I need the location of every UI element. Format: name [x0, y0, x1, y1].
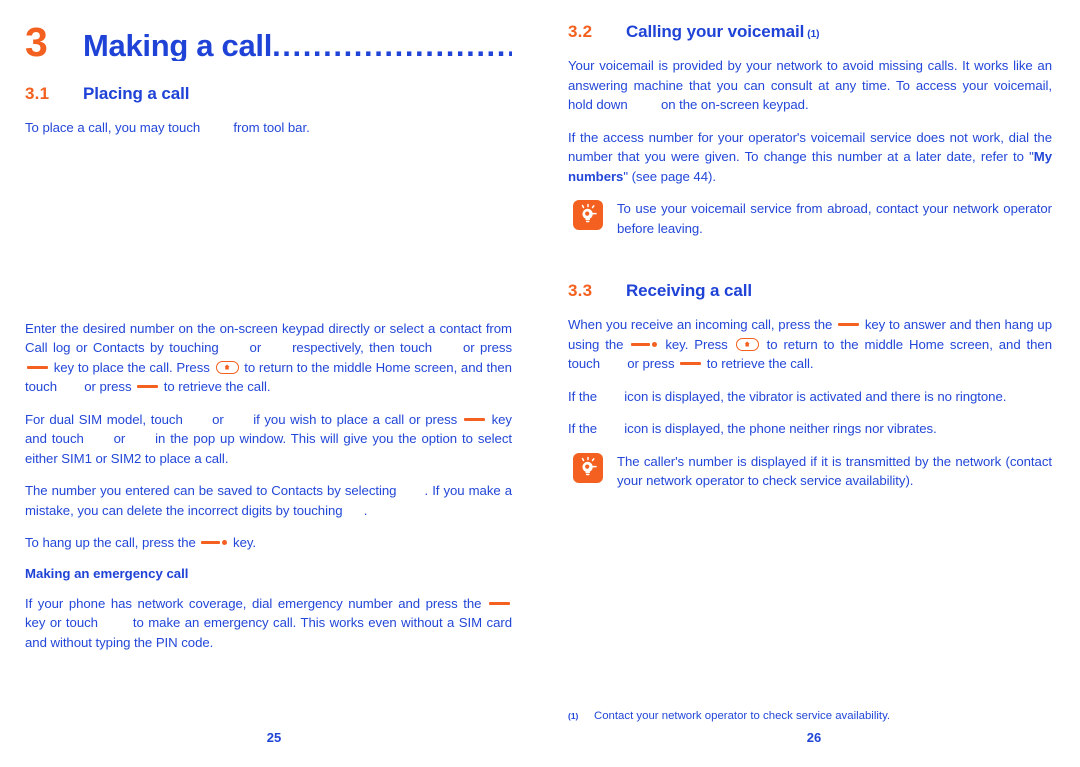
vibrate-icon-placeholder — [601, 392, 621, 403]
call-key-icon — [488, 601, 510, 605]
home-key-icon — [215, 360, 239, 374]
lightbulb-icon — [573, 452, 603, 483]
footnote-mark: (1) — [568, 711, 579, 721]
section-title-3-1: Placing a call — [83, 84, 190, 103]
page-number-left: 25 — [266, 730, 282, 745]
text-fragment: If the — [568, 421, 598, 436]
text-fragment: or press — [84, 379, 132, 394]
hangup-key-icon — [631, 341, 658, 348]
contacts-icon-placeholder — [267, 343, 287, 354]
text-fragment: key. — [233, 535, 257, 550]
text-fragment: . — [363, 502, 368, 518]
sim2-icon-placeholder — [228, 415, 248, 426]
text-fragment: icon is displayed, the phone neither rin… — [624, 421, 937, 436]
paragraph-enter-number: Enter the desired number on the on-scree… — [25, 319, 512, 397]
text-fragment: " (see page 44). — [623, 168, 716, 184]
footnote-text: Contact your network operator to check s… — [594, 710, 891, 722]
section-number-3-2: 3.2 — [568, 22, 593, 41]
paragraph-hang-up: To hang up the call, press the key. — [25, 533, 512, 553]
manual-page-spread: 3 Making a call ........................… — [0, 0, 1080, 767]
tip-text-voicemail-abroad: To use your voicemail service from abroa… — [617, 201, 1052, 236]
text-fragment: or — [212, 411, 224, 427]
text-fragment: or — [249, 340, 262, 355]
text-fragment: key to place the call. Press — [53, 359, 210, 375]
dial-icon-placeholder — [604, 359, 624, 370]
right-page: 3.2 Calling your voicemail (1) Your voic… — [540, 0, 1080, 767]
section-number-3-3: 3.3 — [568, 281, 593, 300]
text-fragment: If your phone has network coverage, dial… — [25, 595, 482, 611]
chapter-title: Making a call — [83, 30, 273, 61]
text-fragment: if you wish to place a call or press — [253, 411, 458, 427]
sim1-icon-placeholder — [89, 434, 109, 445]
silent-icon-placeholder — [601, 424, 621, 435]
chapter-title-block: 3 Making a call ........................ — [25, 22, 512, 84]
call-key-icon — [27, 365, 48, 369]
left-page: 3 Making a call ........................… — [0, 0, 540, 767]
home-key-icon — [735, 337, 759, 351]
emergency-dial-icon-placeholder — [102, 618, 128, 629]
page-number-right: 26 — [806, 730, 822, 745]
paragraph-voicemail-access-number: If the access number for your operator's… — [568, 128, 1052, 187]
text-fragment: The number you entered can be saved to C… — [25, 483, 397, 498]
call-key-icon — [680, 362, 702, 366]
illustration-placeholder — [25, 151, 512, 319]
text-fragment: to retrieve the call. — [163, 379, 271, 394]
section-number-3-1: 3.1 — [25, 84, 50, 103]
chapter-title-wrap: Making a call ........................ — [83, 30, 512, 61]
section-heading-3-2: 3.2 Calling your voicemail (1) — [568, 22, 1052, 42]
add-contact-icon-placeholder — [401, 486, 421, 497]
text-fragment: or — [113, 431, 126, 446]
text-fragment: key. Press — [665, 336, 728, 352]
tip-text-caller-id: The caller's number is displayed if it i… — [617, 453, 1052, 489]
call-key-icon — [838, 323, 860, 327]
text-fragment: To place a call, you may touch — [25, 120, 201, 135]
text-fragment: When you receive an incoming call, press… — [568, 317, 833, 332]
chapter-leader-dots: ........................ — [272, 30, 512, 61]
call-key-icon — [463, 417, 485, 421]
text-fragment: or press — [462, 340, 512, 355]
text-fragment: icon is displayed, the vibrator is activ… — [624, 388, 1007, 404]
dial-icon-placeholder — [61, 382, 81, 393]
text-fragment: key or touch — [25, 615, 98, 630]
text-fragment: to make an emergency call. This works ev… — [25, 615, 512, 650]
chapter-number: 3 — [25, 19, 48, 65]
section-heading-3-1: 3.1 Placing a call — [25, 84, 512, 104]
paragraph-voicemail-intro: Your voicemail is provided by your netwo… — [568, 56, 1052, 115]
paragraph-placing-intro: To place a call, you may touch from tool… — [25, 118, 512, 138]
dial-icon-placeholder — [438, 343, 458, 354]
hangup-key-icon — [201, 539, 228, 546]
section-heading-3-3: 3.3 Receiving a call — [568, 281, 1052, 301]
paragraph-save-contact: The number you entered can be saved to C… — [25, 481, 512, 520]
lightbulb-icon — [573, 200, 603, 230]
tip-box-caller-id: The caller's number is displayed if it i… — [568, 452, 1052, 491]
sim2-icon-placeholder — [130, 434, 150, 445]
subheading-emergency-call: Making an emergency call — [25, 565, 189, 581]
paragraph-emergency-call: If your phone has network coverage, dial… — [25, 594, 512, 653]
section-title-3-3: Receiving a call — [626, 281, 752, 300]
text-fragment: To hang up the call, press the — [25, 535, 196, 550]
paragraph-incoming-call: When you receive an incoming call, press… — [568, 315, 1052, 374]
paragraph-vibrate-icon: If the icon is displayed, the vibrator i… — [568, 387, 1052, 407]
footnote-reference-mark: (1) — [807, 29, 820, 40]
text-fragment: to retrieve the call. — [706, 356, 814, 371]
tip-box-voicemail-abroad: To use your voicemail service from abroa… — [568, 199, 1052, 238]
text-fragment: For dual SIM model, touch — [25, 411, 183, 427]
footnote: (1) Contact your network operator to che… — [568, 710, 1052, 722]
text-fragment: If the — [568, 388, 598, 404]
text-fragment: or press — [627, 356, 675, 371]
text-fragment: respectively, then touch — [292, 340, 433, 355]
delete-icon-placeholder — [346, 506, 360, 517]
text-fragment: on the on-screen keypad. — [660, 97, 809, 112]
text-fragment: If the access number for your operator's… — [568, 129, 1052, 165]
dialer-icon-placeholder — [204, 123, 230, 134]
paragraph-dual-sim: For dual SIM model, touch or if you wish… — [25, 410, 512, 469]
text-fragment: from tool bar. — [233, 120, 310, 135]
call-log-icon-placeholder — [224, 343, 244, 354]
paragraph-silent-icon: If the icon is displayed, the phone neit… — [568, 419, 1052, 439]
section-title-3-2: Calling your voicemail — [626, 22, 805, 41]
key-one-icon-placeholder — [631, 100, 657, 111]
call-key-icon — [137, 385, 159, 389]
sim1-icon-placeholder — [187, 415, 207, 426]
